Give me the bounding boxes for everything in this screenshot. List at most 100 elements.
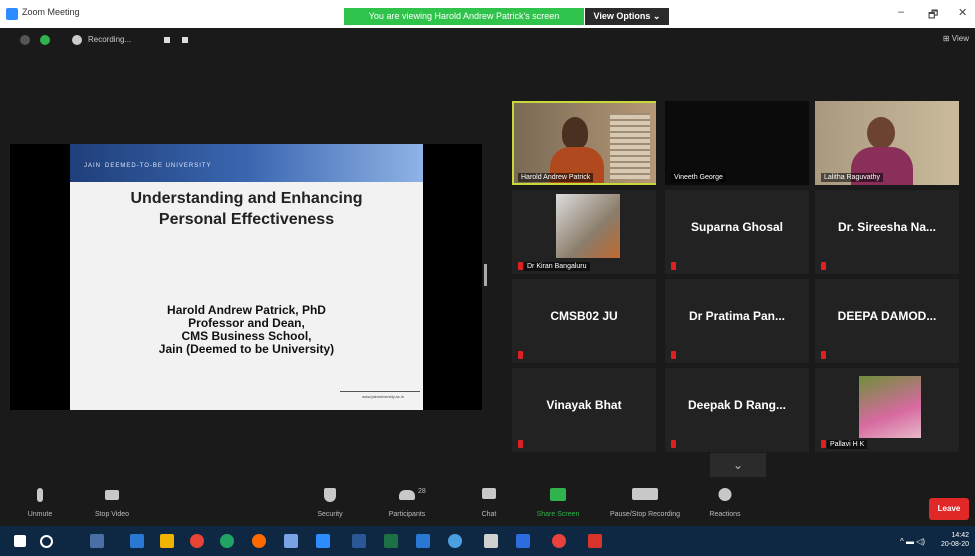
app-icon[interactable] (552, 534, 566, 548)
participant-tile[interactable]: Dr Kiran Bangaluru (512, 190, 656, 274)
unmute-button[interactable]: Unmute (28, 478, 52, 526)
reactions-label: Reactions (709, 511, 741, 518)
participant-name: Dr Kiran Bangaluru (524, 262, 590, 271)
muted-mic-icon (671, 351, 676, 359)
muted-mic-icon (671, 262, 676, 270)
muted-mic-icon (518, 440, 523, 448)
window-title: Zoom Meeting (22, 7, 80, 17)
app-icon[interactable] (516, 534, 530, 548)
participants-icon (399, 490, 415, 500)
clock-date: 20-08-20 (940, 541, 969, 548)
participant-name: CMSB02 JU (550, 309, 618, 323)
participant-tile[interactable]: Vinayak Bhat (512, 368, 656, 452)
security-label: Security (317, 511, 343, 518)
participant-name: Vinayak Bhat (546, 398, 622, 412)
gallery-scroll-down-button[interactable]: ⌄ (710, 453, 766, 477)
participants-button[interactable]: 28 Participants (389, 478, 426, 526)
excel-icon[interactable] (384, 534, 398, 548)
view-options-button[interactable]: View Options ⌄ (585, 8, 669, 25)
participant-name: Pallavi H K (827, 440, 868, 449)
share-screen-button[interactable]: Share Screen (537, 478, 579, 526)
presentation-slide: JAIN DEEMED-TO-BE UNIVERSITY Understandin… (70, 144, 423, 410)
muted-mic-icon (518, 262, 523, 270)
app-icon[interactable] (448, 534, 462, 548)
info-icon[interactable] (20, 35, 30, 45)
participant-tile[interactable]: Suparna Ghosal (665, 190, 809, 274)
minimize-icon[interactable]: – (898, 6, 904, 18)
zoom-taskbar-icon[interactable] (316, 534, 330, 548)
task-view-icon[interactable] (90, 534, 104, 548)
splitter-handle[interactable] (484, 264, 487, 286)
muted-mic-icon (821, 351, 826, 359)
pause-stop-recording-button[interactable]: Pause/Stop Recording (610, 478, 680, 526)
file-explorer-icon[interactable] (160, 534, 174, 548)
slide-author: Harold Andrew Patrick, PhD Professor and… (158, 303, 335, 356)
unmute-label: Unmute (27, 511, 53, 518)
leave-button[interactable]: Leave (929, 498, 969, 520)
chat-icon (482, 488, 496, 499)
app-icon[interactable] (484, 534, 498, 548)
search-icon[interactable] (40, 535, 53, 548)
stop-video-button[interactable]: Stop Video (95, 478, 129, 526)
outlook-icon[interactable] (130, 534, 144, 548)
firefox-icon[interactable] (252, 534, 266, 548)
view-button[interactable]: ⊞ View (943, 34, 969, 43)
participant-name: Vineeth George (671, 173, 726, 182)
participant-tile[interactable]: Deepak D Rang... (665, 368, 809, 452)
meeting-topbar: Recording... ⊞ View (0, 28, 975, 52)
stop-video-label: Stop Video (94, 511, 130, 518)
word-icon[interactable] (352, 534, 366, 548)
participant-tile[interactable]: Dr Pratima Pan... (665, 279, 809, 363)
close-icon[interactable]: ✕ (958, 6, 967, 19)
window-blinds (610, 113, 650, 179)
edge-icon[interactable] (220, 534, 234, 548)
app-icon[interactable] (284, 534, 298, 548)
participant-tile[interactable]: Vineeth George (665, 101, 809, 185)
chrome-icon[interactable] (190, 534, 204, 548)
window-titlebar: Zoom Meeting You are viewing Harold Andr… (0, 0, 975, 28)
participant-tile[interactable]: CMSB02 JU (512, 279, 656, 363)
participant-tile[interactable]: Dr. Sireesha Na... (815, 190, 959, 274)
person-head (867, 117, 895, 149)
app-icon[interactable] (416, 534, 430, 548)
shield-icon[interactable] (40, 35, 50, 45)
participant-tile[interactable]: Pallavi H K (815, 368, 959, 452)
chat-button[interactable]: Chat (478, 478, 500, 526)
microphone-icon (37, 488, 43, 502)
pause-recording-icon[interactable] (164, 37, 170, 43)
participants-count: 28 (418, 488, 426, 495)
meeting-toolbar: Unmute Stop Video Security 28 Participan… (0, 478, 975, 526)
slide-footer-text: www.jainuniversity.ac.in (362, 394, 404, 399)
acrobat-icon[interactable] (588, 534, 602, 548)
slide-title: Understanding and Enhancing Personal Eff… (130, 190, 363, 228)
stop-recording-icon[interactable] (182, 37, 188, 43)
participant-tile[interactable]: Harold Andrew Patrick (512, 101, 656, 185)
logo-subtext: DEEMED-TO-BE UNIVERSITY (105, 163, 212, 169)
taskbar-clock[interactable]: 14:42 20-08-20 (941, 531, 969, 549)
security-button[interactable]: Security (317, 478, 343, 526)
participants-label: Participants (388, 511, 426, 518)
logo-text: JAIN (84, 163, 102, 169)
muted-mic-icon (671, 440, 676, 448)
slide-footer-rule (340, 391, 420, 392)
maximize-icon[interactable]: 🗗 (928, 6, 938, 25)
recording-icon (72, 35, 82, 45)
share-screen-label: Share Screen (536, 511, 580, 518)
share-screen-icon (550, 488, 566, 501)
participant-photo (859, 376, 921, 438)
participant-name: Dr. Sireesha Na... (837, 220, 937, 234)
participant-name: Dr Pratima Pan... (688, 309, 786, 323)
windows-start-icon[interactable] (14, 535, 26, 547)
system-tray-icons[interactable]: ^ ▬ ◁) (900, 537, 925, 546)
participant-tile[interactable]: DEEPA DAMOD... (815, 279, 959, 363)
recording-label: Recording... (88, 35, 132, 44)
participant-name: Deepak D Rang... (687, 398, 787, 412)
participant-name: Harold Andrew Patrick (518, 173, 594, 182)
muted-mic-icon (821, 262, 826, 270)
person-head (562, 117, 588, 149)
shield-icon (324, 488, 336, 502)
participant-video (514, 103, 656, 183)
participant-tile[interactable]: Lalitha Raguvathy (815, 101, 959, 185)
reactions-button[interactable]: Reactions (709, 478, 741, 526)
windows-taskbar: ^ ▬ ◁) 14:42 20-08-20 (0, 526, 975, 556)
